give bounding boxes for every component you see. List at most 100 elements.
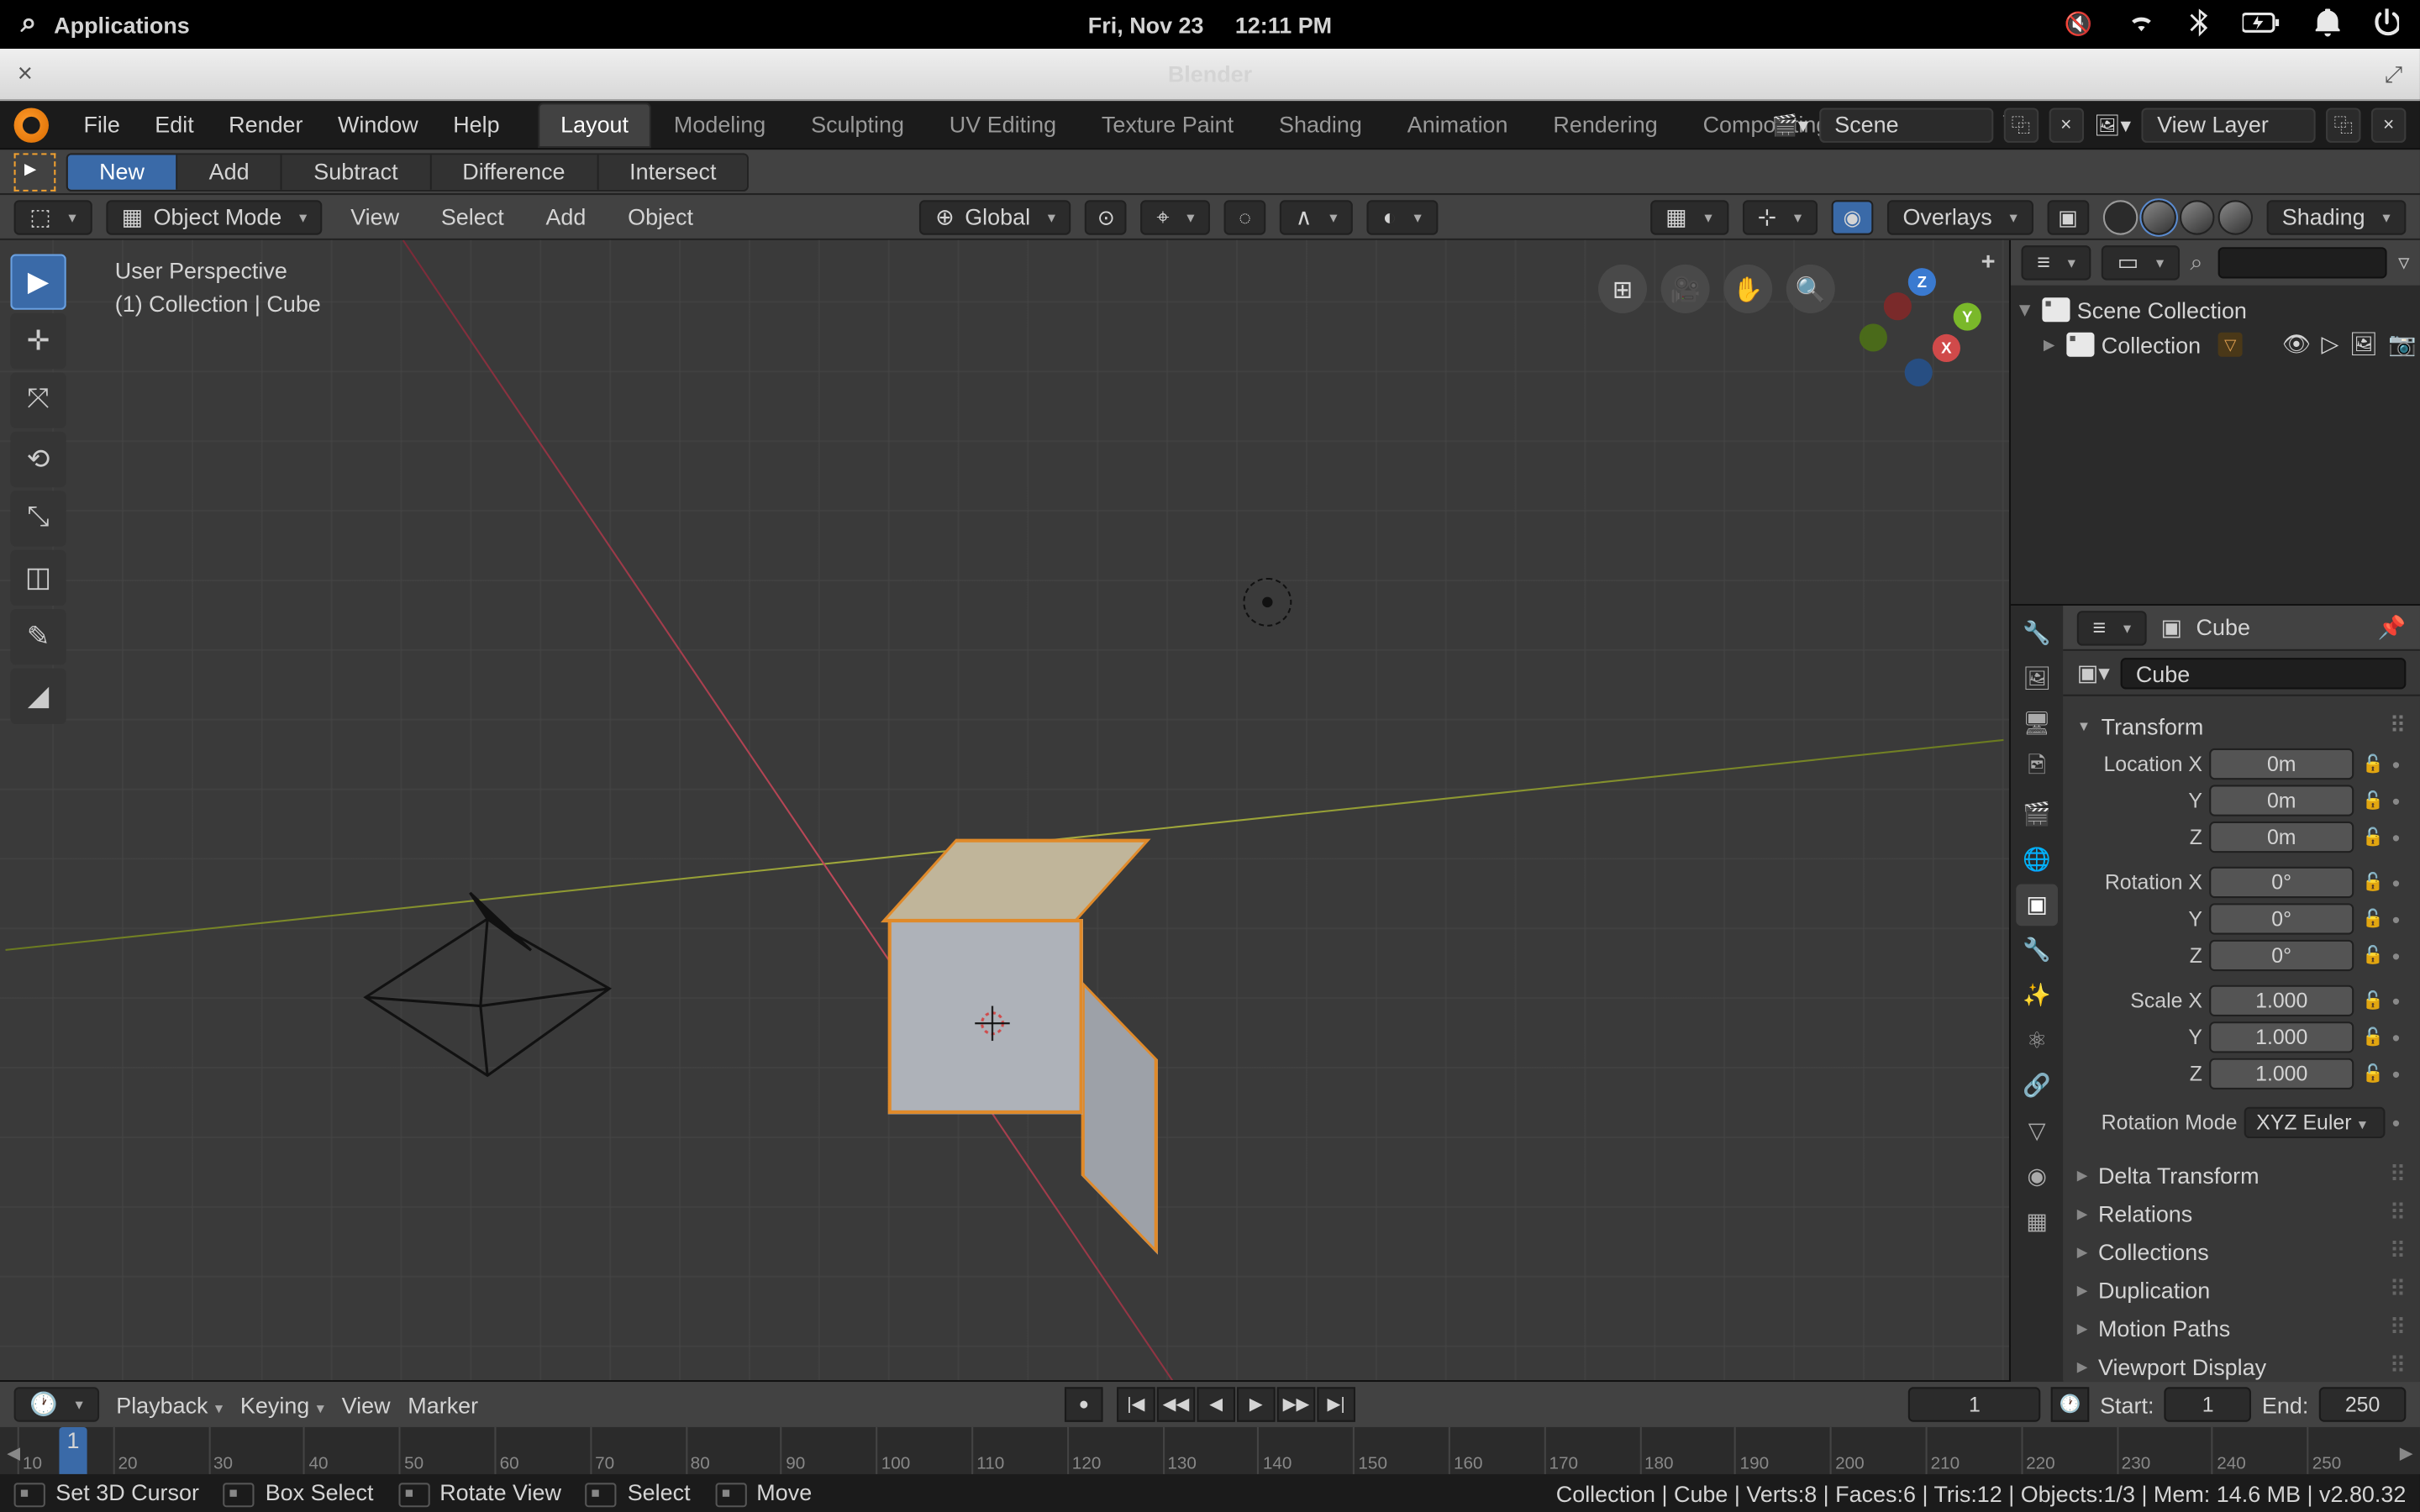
timeline-ruler[interactable]: ◀ 1 102030405060708090100110120130140150…: [0, 1427, 2420, 1474]
tl-keying-menu[interactable]: Keying: [240, 1391, 324, 1417]
zoom-icon[interactable]: 🔍: [1786, 265, 1835, 313]
scene-light[interactable]: [1236, 571, 1299, 634]
menu-window[interactable]: Window: [320, 100, 435, 149]
outliner-filter-icon[interactable]: ▿: [2398, 249, 2410, 276]
tab-texture-paint[interactable]: Texture Paint: [1079, 102, 1256, 147]
blender-logo-icon[interactable]: [14, 107, 49, 141]
outliner-scene-collection[interactable]: ▾ Scene Collection: [2014, 292, 2417, 327]
op-subtract[interactable]: Subtract: [282, 154, 431, 188]
shading-dropdown[interactable]: Shading: [2266, 199, 2406, 234]
activities-search-icon[interactable]: [21, 8, 54, 39]
gizmo-dropdown[interactable]: ⊹: [1742, 199, 1818, 234]
orientation-dropdown[interactable]: ⊕ Global: [920, 199, 1071, 234]
ptab-scene[interactable]: 🎬: [2016, 794, 2058, 836]
ptab-physics[interactable]: ⚛: [2016, 1020, 2058, 1062]
pivot-dropdown[interactable]: ⊙: [1085, 199, 1127, 234]
lock-icon[interactable]: 🔓: [2360, 873, 2385, 892]
ptab-object[interactable]: ▣: [2016, 885, 2058, 927]
ptab-world[interactable]: 🌐: [2016, 839, 2058, 881]
timeline-editor-type[interactable]: 🕐: [14, 1387, 99, 1421]
vh-menu-add[interactable]: Add: [532, 203, 600, 229]
vh-menu-view[interactable]: View: [337, 203, 413, 229]
outliner-editor-type[interactable]: ≡: [2021, 245, 2091, 280]
location-x-field[interactable]: 0m: [2209, 748, 2354, 780]
rotation-z-field[interactable]: 0°: [2209, 940, 2354, 971]
clock-time[interactable]: 12:11 PM: [1235, 11, 1332, 37]
restrict-holdout-icon[interactable]: 📷: [2388, 331, 2417, 359]
power-icon[interactable]: [2375, 8, 2399, 40]
use-preview-range[interactable]: 🕐: [2051, 1387, 2090, 1421]
tab-animation[interactable]: Animation: [1385, 102, 1531, 147]
rotation-y-field[interactable]: 0°: [2209, 903, 2354, 934]
zoom-view-icon[interactable]: ⊞: [1598, 265, 1647, 313]
play-reverse-button[interactable]: ◀: [1197, 1387, 1235, 1421]
overlays-toggle[interactable]: ◉: [1832, 199, 1874, 234]
battery-icon[interactable]: [2243, 11, 2281, 37]
overlays-dropdown[interactable]: Overlays: [1887, 199, 2033, 234]
editor-type-dropdown[interactable]: ⬚: [14, 199, 92, 234]
scene-new-button[interactable]: ⿻: [2003, 107, 2038, 141]
visibility-dropdown[interactable]: ▦: [1649, 199, 1728, 234]
jump-start-button[interactable]: |◀: [1117, 1387, 1155, 1421]
tab-layout[interactable]: Layout: [538, 102, 651, 147]
view-layer-delete-button[interactable]: ×: [2371, 107, 2406, 141]
panel-relations[interactable]: ▶Relations⠿: [2077, 1194, 2407, 1232]
lock-icon[interactable]: 🔓: [2360, 1027, 2385, 1047]
scene-browse-icon[interactable]: 🎬▾: [1772, 113, 1808, 137]
scale-z-field[interactable]: 1.000: [2209, 1058, 2354, 1089]
3d-viewport[interactable]: ▶ ✛ ⤧ ⟲ ⤡ ◫ ✎ ◢ User Perspective (1) Col…: [0, 240, 2009, 1380]
lock-icon[interactable]: 🔓: [2360, 791, 2385, 811]
object-name-field[interactable]: Cube: [2120, 657, 2406, 688]
rotation-mode-dropdown[interactable]: XYZ Euler: [2244, 1107, 2386, 1138]
clock-date[interactable]: Fri, Nov 23: [1088, 11, 1204, 37]
ptab-output[interactable]: 🖥: [2016, 703, 2058, 745]
ptab-tool[interactable]: 🔧: [2016, 612, 2058, 654]
scene-cube[interactable]: [888, 919, 1083, 1114]
shading-solid[interactable]: [2141, 199, 2175, 234]
ptab-constraints[interactable]: 🔗: [2016, 1065, 2058, 1107]
notifications-icon[interactable]: [2316, 8, 2340, 40]
xray-toggle[interactable]: ▣: [2047, 199, 2089, 234]
op-difference[interactable]: Difference: [431, 154, 598, 188]
panel-collections[interactable]: ▶Collections⠿: [2077, 1232, 2407, 1271]
playhead[interactable]: 1: [59, 1427, 87, 1474]
restrict-viewport-icon[interactable]: 👁: [2282, 331, 2311, 359]
tab-shading[interactable]: Shading: [1256, 102, 1385, 147]
view-layer-browse-icon[interactable]: 🖼▾: [2094, 113, 2131, 137]
menu-help[interactable]: Help: [435, 100, 517, 149]
restrict-select-icon[interactable]: ▷: [2321, 331, 2338, 359]
menu-file[interactable]: File: [66, 100, 138, 149]
bluetooth-icon[interactable]: [2190, 8, 2207, 40]
proportional-icon[interactable]: ◌: [1224, 199, 1266, 234]
keyframe-next-button[interactable]: ▶▶: [1277, 1387, 1316, 1421]
panel-viewport-display[interactable]: ▶Viewport Display⠿: [2077, 1347, 2407, 1386]
menu-render[interactable]: Render: [211, 100, 320, 149]
tab-modeling[interactable]: Modeling: [651, 102, 788, 147]
panel-delta-transform[interactable]: ▶Delta Transform⠿: [2077, 1156, 2407, 1194]
window-close-button[interactable]: ×: [18, 59, 33, 88]
panel-motion-paths[interactable]: ▶Motion Paths⠿: [2077, 1309, 2407, 1347]
ptab-view-layer[interactable]: 🖻: [2016, 748, 2058, 790]
navigation-gizmo[interactable]: ZYX: [1860, 268, 1981, 390]
location-y-field[interactable]: 0m: [2209, 785, 2354, 816]
scroll-right-icon[interactable]: ▶: [2400, 1445, 2413, 1464]
op-intersect[interactable]: Intersect: [598, 154, 748, 188]
vh-menu-object[interactable]: Object: [614, 203, 708, 229]
properties-editor-type[interactable]: ≡: [2077, 610, 2147, 644]
wifi-icon[interactable]: [2128, 11, 2155, 37]
lock-icon[interactable]: 🔓: [2360, 1064, 2385, 1084]
lock-icon[interactable]: 🔓: [2360, 827, 2385, 847]
mode-dropdown[interactable]: ▦ Object Mode: [106, 199, 323, 234]
shading-lookdev[interactable]: [2180, 199, 2214, 234]
vh-menu-select[interactable]: Select: [427, 203, 518, 229]
tl-view-menu[interactable]: View: [342, 1391, 391, 1417]
lock-icon[interactable]: 🔓: [2360, 991, 2385, 1011]
ptab-particles[interactable]: ✨: [2016, 974, 2058, 1016]
ptab-modifiers[interactable]: 🔧: [2016, 929, 2058, 971]
window-restore-button[interactable]: [2385, 60, 2403, 87]
scale-y-field[interactable]: 1.000: [2209, 1021, 2354, 1053]
tab-sculpting[interactable]: Sculpting: [788, 102, 927, 147]
play-button[interactable]: ▶: [1237, 1387, 1276, 1421]
proportional-dropdown[interactable]: ∧: [1280, 199, 1353, 234]
scene-delete-button[interactable]: ×: [2049, 107, 2083, 141]
